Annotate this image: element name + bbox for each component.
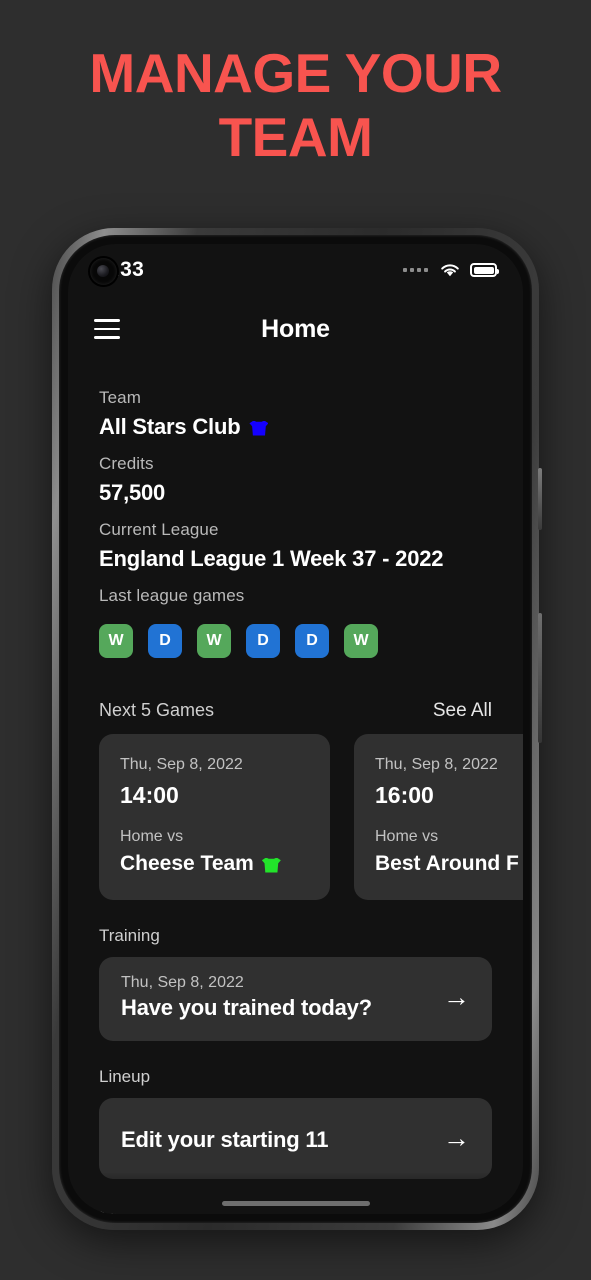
lineup-title: Lineup: [99, 1067, 151, 1086]
next-games-header: Next 5 Games See All: [99, 700, 492, 722]
form-badge: W: [99, 624, 133, 658]
phone-screen: 2.33 Home Team All Stars Club Credits 57…: [68, 244, 523, 1214]
jersey-icon: [249, 419, 268, 436]
game-venue: Home vs: [120, 828, 184, 845]
game-opponent-row: Best Around F: [375, 852, 523, 876]
lineup-section: Lineup Edit your starting 11 → Players: [68, 1067, 523, 1214]
training-card-text: Thu, Sep 8, 2022 Have you trained today?: [121, 974, 372, 1021]
current-league-label: Current League: [99, 520, 219, 539]
form-badge: D: [246, 624, 280, 658]
jersey-icon: [262, 856, 281, 873]
status-indicators: [403, 262, 499, 278]
home-indicator[interactable]: [221, 1201, 370, 1206]
form-badge: D: [295, 624, 329, 658]
next-games-title: Next 5 Games: [99, 700, 215, 720]
game-opponent-row: Cheese Team: [120, 852, 309, 876]
credits-value: 57,500: [99, 480, 166, 505]
promo-headline-line2: TEAM: [218, 105, 373, 168]
battery-full-icon: [470, 263, 499, 277]
volume-button[interactable]: [538, 613, 542, 743]
arrow-right-icon: →: [443, 1123, 470, 1153]
hamburger-menu-icon[interactable]: [94, 319, 120, 339]
game-venue: Home vs: [375, 828, 439, 845]
training-section: Training Thu, Sep 8, 2022 Have you train…: [68, 926, 523, 1041]
see-all-link[interactable]: See All: [433, 700, 492, 722]
lineup-action-text: Edit your starting 11: [121, 1127, 329, 1152]
promo-headline-line1: MANAGE YOUR: [89, 42, 502, 104]
form-badge: D: [148, 624, 182, 658]
game-opponent: Best Around F: [375, 852, 519, 875]
promo-headline: MANAGE YOUR TEAM: [0, 42, 591, 170]
arrow-right-icon: →: [443, 982, 470, 1012]
front-camera-icon: [90, 258, 117, 285]
team-name: All Stars Club: [99, 414, 241, 439]
game-time: 14:00: [120, 782, 179, 808]
lineup-card[interactable]: Edit your starting 11 →: [99, 1098, 492, 1179]
game-date: Thu, Sep 8, 2022: [120, 756, 243, 773]
form-badge: W: [197, 624, 231, 658]
page-title: Home: [261, 314, 330, 343]
last-games-label: Last league games: [99, 586, 245, 605]
last-games-row: W D W D D W: [99, 624, 492, 658]
credits-label: Credits: [99, 454, 154, 473]
game-card[interactable]: Thu, Sep 8, 2022 16:00 Home vs Best Arou…: [354, 734, 523, 900]
training-date: Thu, Sep 8, 2022: [121, 974, 244, 991]
game-time: 16:00: [375, 782, 434, 808]
next-games-carousel[interactable]: Thu, Sep 8, 2022 14:00 Home vs Cheese Te…: [68, 734, 523, 900]
current-league-value: England League 1 Week 37 - 2022: [99, 546, 444, 571]
form-badge: W: [344, 624, 378, 658]
training-card[interactable]: Thu, Sep 8, 2022 Have you trained today?…: [99, 957, 492, 1041]
team-name-row: All Stars Club: [99, 414, 492, 440]
summary-section: Team All Stars Club Credits 57,500 Curre…: [68, 388, 523, 722]
home-content: Team All Stars Club Credits 57,500 Curre…: [68, 362, 523, 1214]
phone-device-frame: 2.33 Home Team All Stars Club Credits 57…: [52, 228, 542, 1230]
wifi-icon: [441, 264, 459, 277]
game-date: Thu, Sep 8, 2022: [375, 756, 498, 773]
game-card[interactable]: Thu, Sep 8, 2022 14:00 Home vs Cheese Te…: [99, 734, 330, 900]
team-label: Team: [99, 388, 141, 407]
training-prompt: Have you trained today?: [121, 995, 372, 1020]
phone-bezel: 2.33 Home Team All Stars Club Credits 57…: [59, 235, 532, 1223]
signal-dots-icon: [403, 268, 428, 272]
app-bar: Home: [68, 296, 523, 362]
training-title: Training: [99, 926, 160, 945]
status-bar: 2.33: [68, 244, 523, 296]
power-button[interactable]: [538, 468, 542, 530]
game-opponent: Cheese Team: [120, 852, 254, 875]
